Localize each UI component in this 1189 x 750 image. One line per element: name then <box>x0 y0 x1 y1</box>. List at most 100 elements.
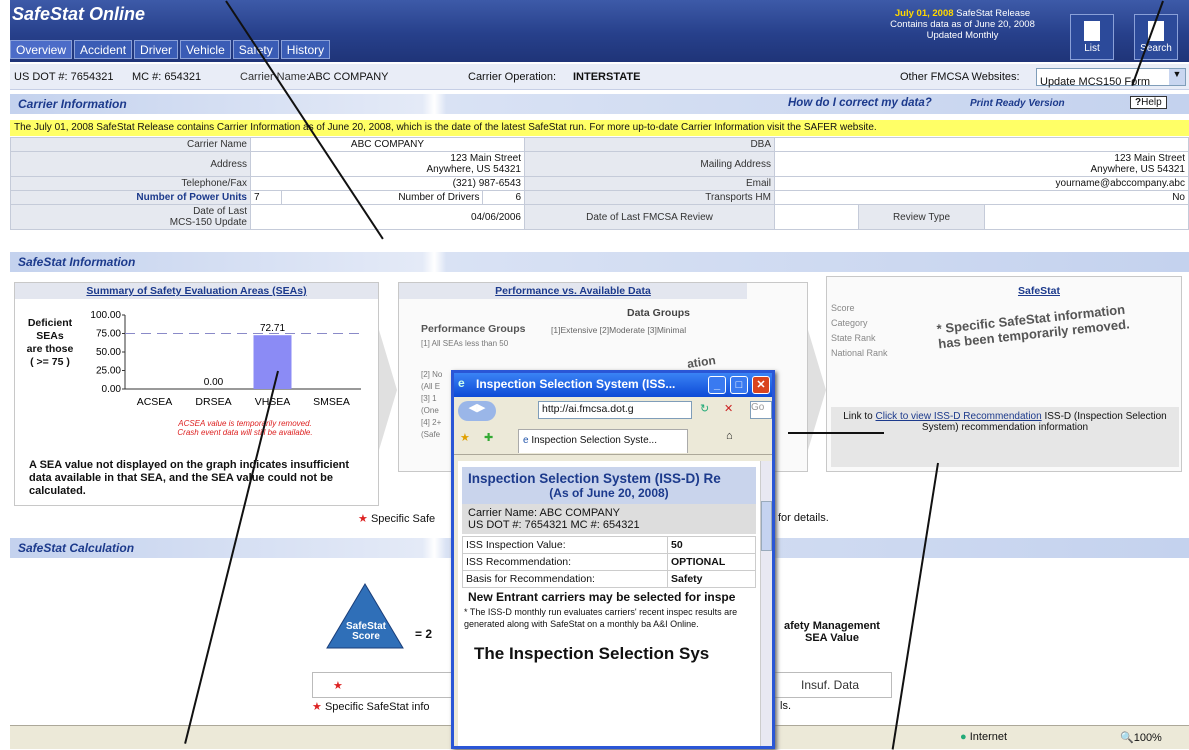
tab-vehicle[interactable]: Vehicle <box>180 40 231 59</box>
address-line: 123 Main Street <box>1114 153 1185 164</box>
value: No <box>774 190 1189 205</box>
zoom-control[interactable]: 🔍100% <box>1120 731 1162 744</box>
section-title: Carrier Information <box>18 97 127 111</box>
sea-bar-chart: 100.00 75.00 50.00 25.00 0.00 ACSEA 0.00 DRSEA 7… <box>90 310 361 408</box>
address-line: Anywhere, US 54321 <box>426 164 521 175</box>
iss-value: 50 <box>667 536 756 554</box>
iss-recommendation-link[interactable]: Click to view ISS-D Recommendation <box>876 411 1042 422</box>
footnote-text: Specific Safe <box>370 513 436 525</box>
value: (321) 987-6543 <box>250 176 525 191</box>
mc-number: MC #: 654321 <box>132 71 202 83</box>
popup-tab[interactable]: e Inspection Selection Syste... <box>518 429 688 453</box>
y-tick-label: 100.00 <box>90 310 121 321</box>
tab-accident[interactable]: Accident <box>74 40 133 59</box>
stop-icon[interactable]: ✕ <box>724 402 733 415</box>
safestat-info-bar: SafeStat Information <box>10 252 1189 272</box>
annotation-arrow <box>891 462 939 750</box>
label: MCS-150 Update <box>169 217 247 228</box>
calc-footnote: ★ Specific SafeStat info <box>312 700 430 713</box>
star-icon: ★ <box>358 513 368 525</box>
label: Date of Last <box>193 206 247 217</box>
help-label: Help <box>1141 97 1162 108</box>
perf-panel-title[interactable]: Performance vs. Available Data <box>399 283 747 299</box>
iss-carrier-box: Carrier Name: ABC COMPANY US DOT #: 76543… <box>462 504 756 534</box>
address-line: 123 Main Street <box>450 153 521 164</box>
value: 7 <box>249 190 283 205</box>
favorites-star-icon[interactable]: ★ <box>460 431 470 444</box>
perf-rows: [2] No (All E [3] 1 (One [4] 2+ (Safe <box>421 369 442 441</box>
popup-address-row: ◀▶ http://ai.fmcsa.dot.g ↻ ✕ Go <box>454 397 772 425</box>
maximize-button[interactable]: □ <box>730 376 748 394</box>
deficient-line: are those <box>26 343 74 355</box>
popup-url-field[interactable]: http://ai.fmcsa.dot.g <box>538 401 692 419</box>
value <box>774 204 859 230</box>
popup-scrollbar[interactable] <box>760 461 772 746</box>
x-tick-label: SMSEA <box>313 396 350 408</box>
label: Carrier Name <box>10 137 251 152</box>
label: Transports HM <box>524 190 775 205</box>
star-icon: ★ <box>312 701 322 713</box>
tab-safety[interactable]: Safety <box>232 40 279 59</box>
popup-tab-row: ★ ✚ e Inspection Selection Syste... ⌂ <box>454 425 772 455</box>
deficient-line: SEAs <box>36 330 64 342</box>
add-favorite-icon[interactable]: ✚ <box>484 431 493 444</box>
scrollbar-thumb[interactable] <box>761 501 772 551</box>
sea-panel-title[interactable]: Summary of Safety Evaluation Areas (SEAs… <box>15 283 378 299</box>
correct-data-link[interactable]: How do I correct my data? <box>788 97 932 109</box>
iss-heading: Inspection Selection System (ISS-D) Re (A… <box>462 467 756 504</box>
insufficient-data: Insuf. Data <box>801 678 860 692</box>
perf-overlay-text: ation <box>686 353 717 371</box>
back-forward-icon[interactable]: ◀▶ <box>458 401 496 421</box>
ie-icon: e <box>458 376 465 390</box>
carrier-line: Carrier Name: ABC COMPANY <box>468 507 620 519</box>
footnote-end: for details. <box>778 512 829 524</box>
print-ready-link[interactable]: Print Ready Version <box>970 98 1065 109</box>
calc-footnote-end: ls. <box>780 700 791 712</box>
safestat-panel: SafeStat Score Category State Rank National… <box>826 276 1182 472</box>
section-title: SafeStat Calculation <box>18 541 135 555</box>
popup-content: Inspection Selection System (ISS-D) Re (A… <box>458 461 760 746</box>
data-label: 0.00 <box>204 377 224 388</box>
fmcsa-websites-select[interactable]: Update MCS150 Form ▼ <box>1036 68 1186 88</box>
label: Email <box>524 176 775 191</box>
value <box>984 204 1189 230</box>
sea-summary-panel: Summary of Safety Evaluation Areas (SEAs… <box>14 282 379 506</box>
power-units-link[interactable]: Number of Power Units <box>136 192 247 203</box>
safestat-score-label: SafeStat Score <box>345 621 386 642</box>
help-button[interactable]: ?Help <box>1130 96 1167 109</box>
value <box>774 137 1189 152</box>
label: Address <box>10 151 251 177</box>
tab-overview[interactable]: Overview <box>10 40 73 59</box>
popup-search-field[interactable]: Go <box>750 401 772 419</box>
carrier-info-bar: Carrier Information How do I correct my … <box>10 94 1189 114</box>
zoom-value: 100% <box>1133 732 1162 744</box>
x-tick-label: DRSEA <box>195 396 231 408</box>
tab-history[interactable]: History <box>280 40 331 59</box>
value: ABC COMPANY <box>250 137 525 152</box>
sea-note: A SEA value not displayed on the graph i… <box>29 459 350 497</box>
x-tick-label: VHSEA <box>255 396 291 408</box>
home-icon[interactable]: ⌂ <box>726 430 733 442</box>
close-button[interactable]: ✕ <box>752 376 770 394</box>
tab-driver[interactable]: Driver <box>134 40 179 59</box>
app-title: SafeStat Online <box>12 4 146 24</box>
x-tick-label: ACSEA <box>137 396 173 408</box>
list-button[interactable]: List <box>1070 14 1114 60</box>
release-date: July 01, 2008 <box>894 8 954 19</box>
release-data-date: Contains data as of June 20, 2008 <box>890 19 1035 30</box>
ss-label: Score <box>831 303 855 313</box>
data-groups-label: Data Groups <box>627 307 691 319</box>
label: Date of Last FMCSA Review <box>524 204 775 230</box>
red-note-line: Crash event data will still be available… <box>177 428 313 437</box>
removed-notice: * Specific SafeStat information has been… <box>935 301 1131 352</box>
refresh-icon[interactable]: ↻ <box>700 402 709 415</box>
perf-row: [4] 2+ <box>421 418 442 427</box>
ss-label: Category <box>831 318 868 328</box>
score-equals: = 2 <box>415 627 433 641</box>
minimize-button[interactable]: _ <box>708 376 726 394</box>
ss-panel-title[interactable]: SafeStat <box>937 283 1141 299</box>
label: Review Type <box>858 204 985 230</box>
release-notice: The July 01, 2008 SafeStat Release conta… <box>10 120 1189 136</box>
ss-label: National Rank <box>831 348 888 358</box>
deficient-line: ( >= 75 ) <box>30 356 70 368</box>
